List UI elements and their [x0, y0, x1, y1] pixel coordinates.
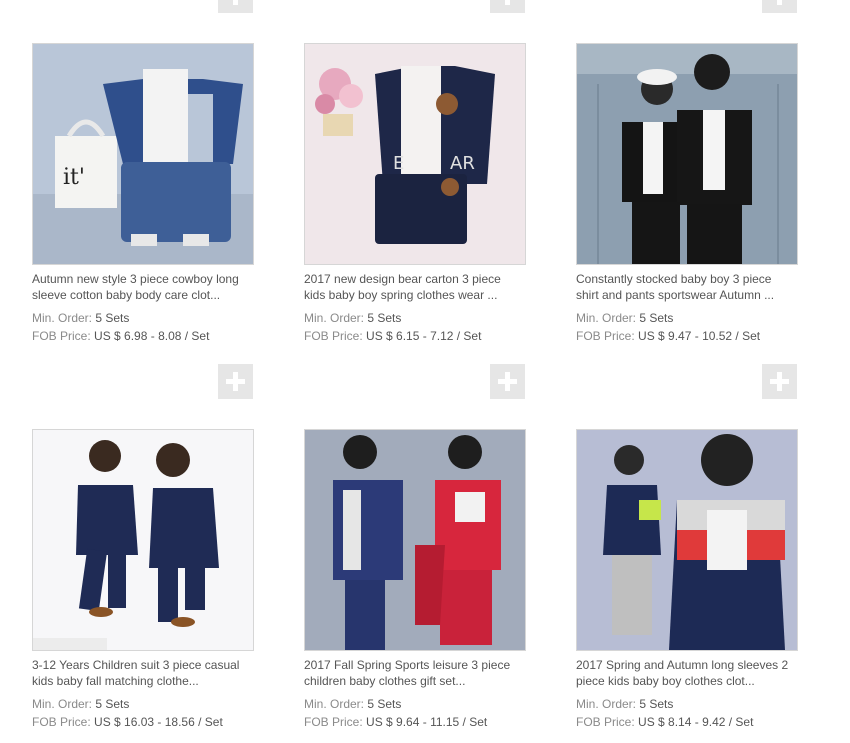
add-to-compare-button[interactable]	[218, 364, 253, 399]
product-card: Constantly stocked baby boy 3 piece shir…	[576, 43, 798, 345]
min-order-label: Min. Order:	[576, 311, 637, 325]
fob-price-label: FOB Price:	[32, 715, 91, 729]
min-order-value: 5 Sets	[367, 311, 402, 325]
min-order-value: 5 Sets	[367, 697, 402, 711]
product-title-line2: shirt and pants sportswear Autumn ...	[576, 288, 775, 302]
plus-icon	[770, 372, 789, 391]
plus-icon	[777, 0, 782, 5]
min-order-label: Min. Order:	[32, 697, 93, 711]
fob-price-label: FOB Price:	[304, 715, 363, 729]
product-photo: it'	[33, 44, 253, 264]
product-photo	[577, 44, 797, 264]
product-photo	[305, 430, 525, 650]
product-image[interactable]	[32, 429, 254, 651]
fob-price-value: US $ 9.47 - 10.52 / Set	[638, 329, 761, 343]
min-order-label: Min. Order:	[576, 697, 637, 711]
fob-price-label: FOB Price:	[304, 329, 363, 343]
product-meta: Min. Order: 5 Sets FOB Price: US $ 8.14 …	[576, 695, 798, 731]
fob-price-label: FOB Price:	[32, 329, 91, 343]
product-title-line2: sleeve cotton baby body care clot...	[32, 288, 221, 302]
product-title-line1: Autumn new style 3 piece cowboy long	[32, 272, 239, 286]
add-to-compare-button[interactable]	[490, 364, 525, 399]
product-meta: Min. Order: 5 Sets FOB Price: US $ 6.98 …	[32, 309, 254, 345]
min-order-value: 5 Sets	[95, 311, 130, 325]
product-photo	[577, 430, 797, 650]
product-title-link[interactable]: Autumn new style 3 piece cowboy long sle…	[32, 271, 254, 303]
add-to-compare-button[interactable]	[490, 0, 525, 13]
product-title-link[interactable]: 2017 Fall Spring Sports leisure 3 piece …	[304, 657, 526, 689]
fob-price-value: US $ 8.14 - 9.42 / Set	[638, 715, 754, 729]
product-meta: Min. Order: 5 Sets FOB Price: US $ 9.64 …	[304, 695, 526, 731]
product-title-link[interactable]: 2017 Spring and Autumn long sleeves 2 pi…	[576, 657, 798, 689]
product-title-line2: kids baby boy spring clothes wear ...	[304, 288, 498, 302]
fob-price-value: US $ 6.15 - 7.12 / Set	[366, 329, 482, 343]
min-order-value: 5 Sets	[639, 311, 674, 325]
product-image[interactable]: E AR	[304, 43, 526, 265]
fob-price-value: US $ 16.03 - 18.56 / Set	[94, 715, 223, 729]
min-order-value: 5 Sets	[95, 697, 130, 711]
svg-text:it': it'	[63, 165, 85, 190]
product-card: 3-12 Years Children suit 3 piece casual …	[32, 429, 254, 731]
plus-icon	[505, 0, 510, 5]
product-title-link[interactable]: 2017 new design bear carton 3 piece kids…	[304, 271, 526, 303]
plus-icon	[226, 372, 245, 391]
product-title-line1: Constantly stocked baby boy 3 piece	[576, 272, 772, 286]
product-title-line1: 2017 Spring and Autumn long sleeves 2	[576, 658, 789, 672]
plus-icon	[498, 372, 517, 391]
product-title-line2: children baby clothes gift set...	[304, 674, 466, 688]
product-card: E AR 2017 new design bear carton 3 piece…	[304, 43, 526, 345]
product-photo: E AR	[305, 44, 525, 264]
product-card: it' Autumn new style 3 piece cowboy long…	[32, 43, 254, 345]
product-meta: Min. Order: 5 Sets FOB Price: US $ 9.47 …	[576, 309, 798, 345]
min-order-label: Min. Order:	[304, 697, 365, 711]
fob-price-value: US $ 6.98 - 8.08 / Set	[94, 329, 210, 343]
min-order-label: Min. Order:	[32, 311, 93, 325]
fob-price-label: FOB Price:	[576, 715, 635, 729]
product-image[interactable]	[576, 429, 798, 651]
fob-price-label: FOB Price:	[576, 329, 635, 343]
product-title-link[interactable]: Constantly stocked baby boy 3 piece shir…	[576, 271, 798, 303]
product-meta: Min. Order: 5 Sets FOB Price: US $ 6.15 …	[304, 309, 526, 345]
add-to-compare-button[interactable]	[218, 0, 253, 13]
product-photo	[33, 430, 253, 650]
product-title-line2: kids baby fall matching clothe...	[32, 674, 199, 688]
svg-text:E: E	[393, 153, 404, 174]
product-title-line1: 2017 new design bear carton 3 piece	[304, 272, 501, 286]
product-title-link[interactable]: 3-12 Years Children suit 3 piece casual …	[32, 657, 254, 689]
product-title-line2: piece kids baby boy clothes clot...	[576, 674, 755, 688]
product-title-line1: 3-12 Years Children suit 3 piece casual	[32, 658, 240, 672]
min-order-value: 5 Sets	[639, 697, 674, 711]
min-order-label: Min. Order:	[304, 311, 365, 325]
add-to-compare-button[interactable]	[762, 364, 797, 399]
product-meta: Min. Order: 5 Sets FOB Price: US $ 16.03…	[32, 695, 254, 731]
svg-text:AR: AR	[450, 153, 475, 174]
product-image[interactable]	[576, 43, 798, 265]
product-card: 2017 Fall Spring Sports leisure 3 piece …	[304, 429, 526, 731]
plus-icon	[233, 0, 238, 5]
product-title-line1: 2017 Fall Spring Sports leisure 3 piece	[304, 658, 511, 672]
product-image[interactable]	[304, 429, 526, 651]
product-card: 2017 Spring and Autumn long sleeves 2 pi…	[576, 429, 798, 731]
add-to-compare-button[interactable]	[762, 0, 797, 13]
product-image[interactable]: it'	[32, 43, 254, 265]
fob-price-value: US $ 9.64 - 11.15 / Set	[366, 715, 488, 729]
